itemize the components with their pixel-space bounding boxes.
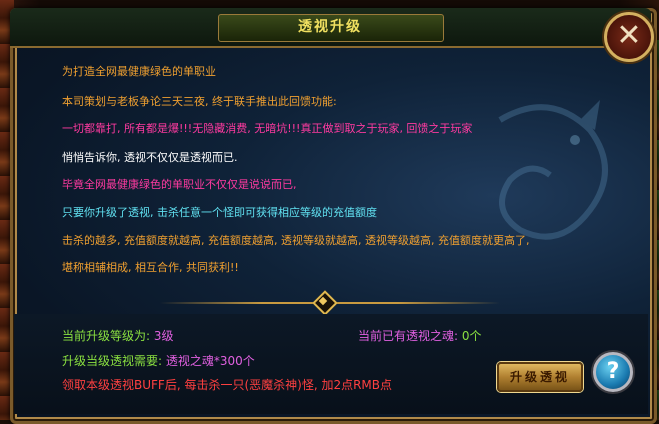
question-icon: ? [606, 359, 620, 384]
required-value: 透视之魂*300个 [165, 354, 255, 368]
help-button[interactable]: ? [593, 352, 633, 392]
description-line: 悄悄告诉你, 透视不仅仅是透视而已. [62, 151, 238, 164]
upgrade-button[interactable]: 升级透视 [497, 362, 583, 392]
required-label: 升级当级透视需要: [62, 354, 166, 368]
souls-row: 当前已有透视之魂: 0个 [358, 327, 482, 344]
description-line: 毕竟全网最健康绿色的单职业不仅仅是说说而已, [62, 178, 297, 191]
description-line: 堪称相辅相成, 相互合作, 共同获利!! [62, 261, 239, 274]
current-level-label: 当前升级等级为: [62, 329, 154, 343]
description-line: 只要你升级了透视, 击杀任意一个怪即可获得相应等级的充值额度 [62, 206, 377, 219]
description-line: 为打造全网最健康绿色的单职业 [62, 65, 216, 78]
description-line: 击杀的越多, 充值额度就越高, 充值额度越高, 透视等级就越高, 透视等级越高,… [62, 234, 530, 247]
close-button[interactable]: ✕ [604, 12, 654, 62]
souls-label: 当前已有透视之魂: [358, 329, 462, 343]
description-line: 一切都靠打, 所有都是爆!!!无隐藏消费, 无暗坑!!!真正做到取之于玩家, 回… [62, 122, 473, 135]
required-row: 升级当级透视需要: 透视之魂*300个 [62, 352, 255, 369]
souls-value: 0个 [461, 329, 482, 343]
current-level-value: 3级 [153, 329, 174, 343]
close-icon: ✕ [616, 18, 642, 53]
window-title: 透视升级 [298, 19, 362, 35]
current-level-row: 当前升级等级为: 3级 [62, 327, 174, 344]
buff-note: 领取本级透视BUFF后, 每击杀一只(恶魔杀神)怪, 加2点RMB点 [62, 378, 393, 392]
dragon-emblem-icon [498, 100, 608, 240]
description-line: 本司策划与老板争论三天三夜, 终于联手推出此回馈功能: [62, 95, 337, 108]
